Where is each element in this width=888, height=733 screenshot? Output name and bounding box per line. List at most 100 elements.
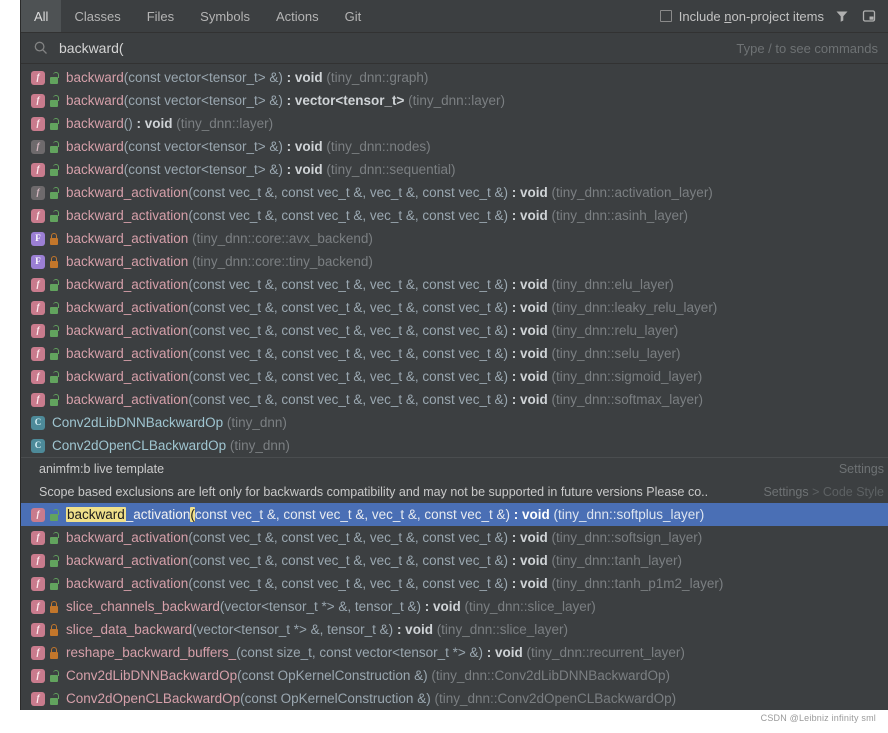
result-row[interactable]: f backward_activation(const vec_t &, cons… [21, 296, 888, 319]
result-row[interactable]: f backward_activation(const vec_t &, cons… [21, 273, 888, 296]
symbol-namespace: (tiny_dnn::layer) [404, 93, 505, 108]
result-row[interactable]: f reshape_backward_buffers_(const size_t,… [21, 641, 888, 664]
result-row-meta[interactable]: animfm:b live template Settings [21, 457, 888, 480]
result-row-icons: f [31, 162, 59, 177]
padlock-body [50, 99, 58, 107]
symbol-namespace: (tiny_dnn::slice_layer) [460, 599, 596, 614]
meta-row-action[interactable]: Settings > Code Style [755, 485, 884, 499]
tab-files[interactable]: Files [134, 0, 187, 32]
symbol-namespace: (tiny_dnn::softplus_layer) [549, 507, 705, 522]
tab-classes[interactable]: Classes [61, 0, 133, 32]
result-row-selected[interactable]: f backward_activation(const vec_t &, cons… [21, 503, 888, 526]
meta-row-text: animfm:b live template [39, 462, 165, 476]
result-row[interactable]: C Conv2dOpenCLBackwardOp (tiny_dnn) [21, 434, 888, 457]
symbol-name: Conv2dOpenCLBackwardOp [66, 691, 241, 706]
result-row[interactable]: f slice_channels_backward(vector<tensor_t… [21, 595, 888, 618]
results-list[interactable]: f backward(const vector<tensor_t> &) : vo… [21, 64, 888, 710]
unlocked-padlock-icon [49, 393, 59, 406]
symbol-namespace: (tiny_dnn::nodes) [322, 139, 431, 154]
symbol-namespace: (tiny_dnn) [223, 415, 287, 430]
symbol-signature: const vec_t &, const vec_t &, vec_t &, c… [194, 507, 510, 522]
tab-actions[interactable]: Actions [263, 0, 332, 32]
padlock-body [50, 191, 58, 199]
result-row[interactable]: f backward_activation(const vec_t &, cons… [21, 549, 888, 572]
symbol-return-type: : void [507, 346, 548, 361]
symbol-return-type: : void [282, 139, 323, 154]
function-icon: f [31, 346, 45, 361]
result-row[interactable]: f backward_activation(const vec_t &, cons… [21, 319, 888, 342]
symbol-name: backward_activation [66, 323, 189, 338]
symbol-return-type: : void [509, 507, 550, 522]
result-row-icons: F [31, 254, 59, 269]
symbol-name: backward_activation [66, 277, 189, 292]
result-row[interactable]: f slice_data_backward(vector<tensor_t *> … [21, 618, 888, 641]
tab-all[interactable]: All [21, 0, 62, 32]
result-row[interactable]: f backward_activation(const vec_t &, cons… [21, 365, 888, 388]
result-row[interactable]: f backward(const vector<tensor_t> &) : vo… [21, 66, 888, 89]
result-row-text: backward(const vector<tensor_t> &) : voi… [66, 70, 428, 85]
label-pre: Include [678, 8, 725, 24]
symbol-name: backward_activation [66, 254, 189, 269]
meta-row-action-label: Settings [838, 462, 884, 476]
result-row-text: backward(const vector<tensor_t> &) : voi… [66, 162, 455, 177]
symbol-name: backward_activation [66, 300, 189, 315]
symbol-signature: (const vec_t &, const vec_t &, vec_t &, … [188, 576, 508, 591]
pin-window-icon[interactable] [860, 7, 878, 25]
tab-symbols[interactable]: Symbols [187, 0, 263, 32]
symbol-name: backward [66, 162, 124, 177]
result-row[interactable]: f backward_activation(const vec_t &, cons… [21, 204, 888, 227]
result-row[interactable]: f Conv2dLibDNNBackwardOp(const OpKernelCo… [21, 664, 888, 687]
result-row-text: backward_activation(const vec_t &, const… [66, 530, 702, 545]
symbol-return-type: : void [420, 599, 461, 614]
symbol-signature: (const vec_t &, const vec_t &, vec_t &, … [188, 392, 508, 407]
search-input[interactable]: backward( [59, 40, 736, 56]
symbol-namespace: (tiny_dnn::graph) [322, 70, 429, 85]
symbol-namespace: (tiny_dnn::softsign_layer) [547, 530, 703, 545]
function-icon: f [31, 507, 45, 522]
result-row-text: Conv2dLibDNNBackwardOp(const OpKernelCon… [66, 668, 670, 683]
result-row[interactable]: f backward_activation(const vec_t &, cons… [21, 526, 888, 549]
unlocked-padlock-icon [49, 163, 59, 176]
padlock-body [50, 375, 58, 383]
checkbox-box[interactable] [659, 10, 672, 22]
symbol-namespace: (tiny_dnn::recurrent_layer) [522, 645, 685, 660]
result-row-text: backward_activation(const vec_t &, const… [66, 392, 703, 407]
padlock-body [50, 582, 58, 590]
function-icon: f [31, 323, 45, 338]
symbol-signature: (const vec_t &, const vec_t &, vec_t &, … [188, 277, 508, 292]
symbol-namespace: (tiny_dnn::relu_layer) [547, 323, 679, 338]
result-row-meta[interactable]: Scope based exclusions are left only for… [21, 480, 888, 503]
search-bar[interactable]: backward( Type / to see commands [21, 33, 888, 64]
symbol-signature: (const vector<tensor_t> &) [123, 70, 283, 85]
symbol-name: backward [66, 139, 124, 154]
result-row[interactable]: f backward_activation(const vec_t &, cons… [21, 342, 888, 365]
result-row[interactable]: f backward(const vector<tensor_t> &) : vo… [21, 158, 888, 181]
result-row[interactable]: C Conv2dLibDNNBackwardOp (tiny_dnn) [21, 411, 888, 434]
result-row[interactable]: f backward_activation(const vec_t &, cons… [21, 388, 888, 411]
result-row[interactable]: f backward_activation(const vec_t &, cons… [21, 572, 888, 595]
function-icon: f [31, 208, 45, 223]
result-row-icons: f [31, 185, 59, 200]
include-non-project-items-checkbox[interactable]: Include non-project items [659, 8, 824, 24]
result-row-text: Conv2dLibDNNBackwardOp (tiny_dnn) [52, 415, 287, 430]
symbol-return-type: : void [507, 323, 548, 338]
symbol-return-type: : void [507, 277, 548, 292]
result-row[interactable]: Fbackward_activation (tiny_dnn::core::ti… [21, 250, 888, 273]
result-row[interactable]: f Conv2dOpenCLBackwardOp(const OpKernelCo… [21, 687, 888, 710]
symbol-namespace: (tiny_dnn::slice_layer) [432, 622, 568, 637]
filter-funnel-icon[interactable] [833, 7, 851, 25]
result-row[interactable]: f backward(const vector<tensor_t> &) : ve… [21, 89, 888, 112]
padlock-body [50, 76, 58, 84]
locked-padlock-icon [49, 646, 59, 659]
meta-row-action[interactable]: Settings [831, 462, 884, 476]
symbol-signature: () [123, 116, 133, 131]
result-row[interactable]: Fbackward_activation (tiny_dnn::core::av… [21, 227, 888, 250]
result-row[interactable]: f backward_activation(const vec_t &, cons… [21, 181, 888, 204]
unlocked-padlock-icon [49, 278, 59, 291]
result-row[interactable]: f backward(const vector<tensor_t> &) : vo… [21, 135, 888, 158]
result-row-text: backward(const vector<tensor_t> &) : voi… [66, 139, 431, 154]
result-row[interactable]: f backward() : void (tiny_dnn::layer) [21, 112, 888, 135]
tab-git[interactable]: Git [332, 0, 375, 32]
unlocked-padlock-icon [49, 209, 59, 222]
padlock-body [50, 283, 58, 291]
